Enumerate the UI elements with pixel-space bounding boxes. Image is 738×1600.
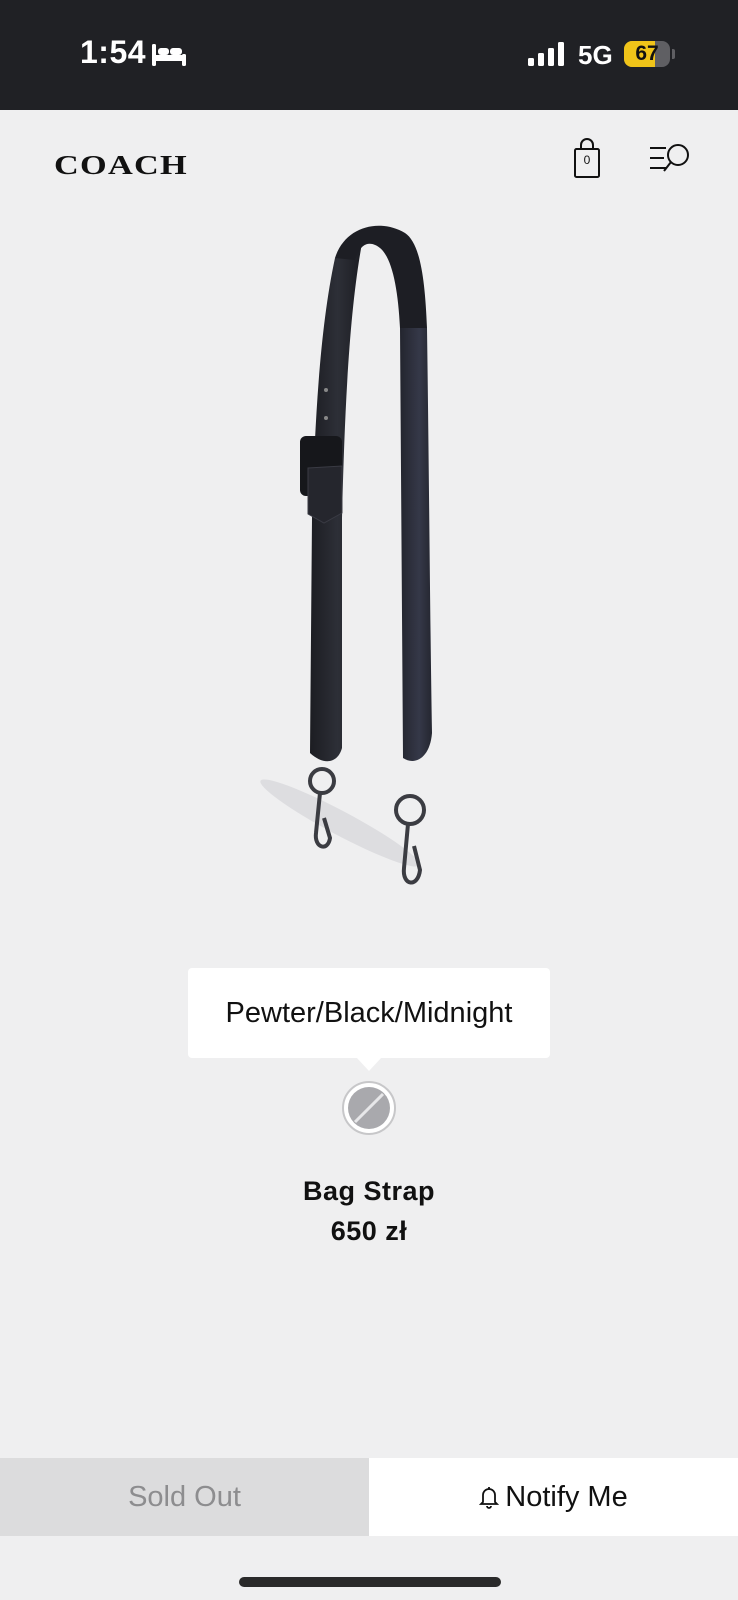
sold-out-label: Sold Out [128,1480,241,1513]
color-swatch-pewter[interactable] [341,1080,397,1136]
sold-out-button: Sold Out [0,1458,369,1536]
brand-logo[interactable]: COACH [54,150,188,181]
menu-search-icon [650,144,689,172]
shopping-bag-button[interactable]: 0 [570,138,604,180]
home-indicator[interactable] [239,1577,501,1587]
menu-search-button[interactable] [648,142,694,178]
status-time: 1:54 [80,34,147,70]
product-price: 650 zł [330,1216,408,1246]
bed-icon [152,44,186,66]
network-label: 5G [578,40,613,70]
color-tooltip: Pewter/Black/Midnight [188,968,550,1058]
product-name: Bag Strap [302,1176,436,1206]
bag-count: 0 [583,153,591,167]
site-header: COACH 0 [0,110,738,220]
battery-icon: 67 [624,41,675,69]
notify-me-label: Notify Me [505,1480,628,1513]
notify-me-button[interactable]: Notify Me [369,1458,738,1536]
signal-icon [528,42,564,66]
tooltip-arrow [356,1057,382,1071]
battery-level: 67 [635,42,659,65]
bell-icon [479,1487,500,1509]
status-bar: 1:54 5G 67 [0,0,738,110]
bag-strap-image [260,225,432,885]
pewter-swatch-icon [342,1081,396,1135]
